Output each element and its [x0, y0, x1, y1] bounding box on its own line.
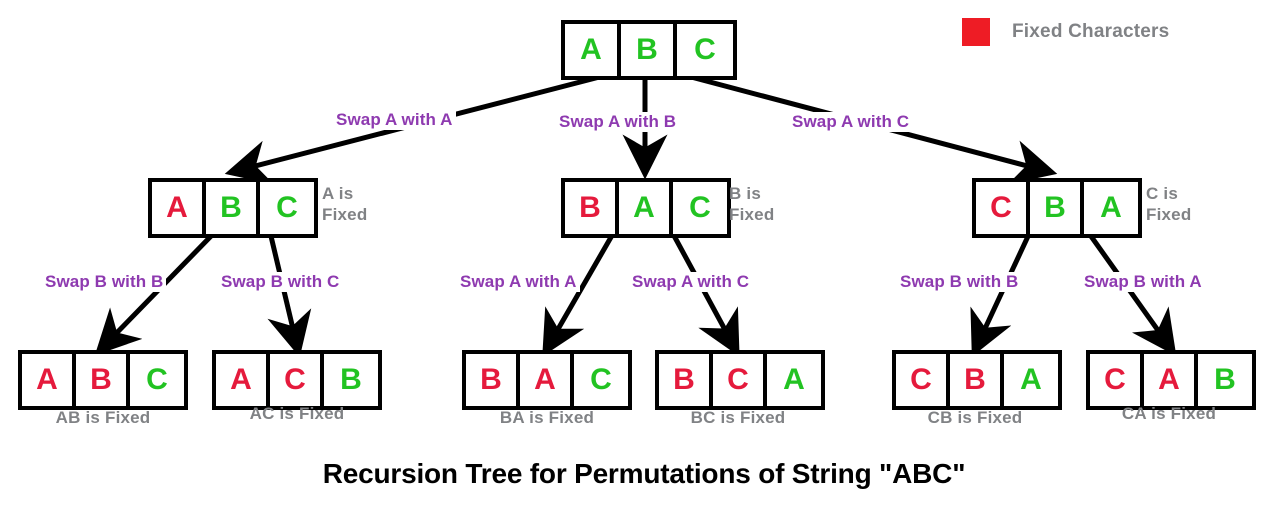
node-cell: C: [270, 354, 324, 406]
node-ba-fixed: B A C: [462, 350, 632, 410]
node-cell: A: [1084, 182, 1138, 234]
leaf-caption-ab: AB is Fixed: [55, 408, 151, 427]
edge-label-root-to-a: Swap A with A: [333, 110, 456, 130]
node-ca-fixed: C A B: [1086, 350, 1256, 410]
node-cell: C: [677, 24, 733, 76]
node-cell: B: [1030, 182, 1084, 234]
node-bc-fixed: B C A: [655, 350, 825, 410]
recursion-tree-diagram: Fixed Characters A B C Swap A with A Swa…: [0, 0, 1288, 524]
node-cell: C: [260, 182, 314, 234]
edge-label-root-to-b: Swap A with B: [556, 112, 680, 132]
node-note-b-fixed: B is Fixed: [729, 184, 775, 224]
node-cell: C: [896, 354, 950, 406]
node-note-a-fixed: A is Fixed: [322, 184, 368, 224]
legend-swatch-fixed: [962, 18, 990, 46]
node-cell: C: [574, 354, 628, 406]
node-cell: B: [324, 354, 378, 406]
legend-label: Fixed Characters: [1012, 21, 1170, 42]
leaf-caption-cb: CB is Fixed: [927, 408, 1023, 427]
node-ac-fixed: A C B: [212, 350, 382, 410]
node-cell: A: [216, 354, 270, 406]
edge-label-b-to-bc: Swap A with C: [629, 272, 753, 292]
node-a-fixed: A B C: [148, 178, 318, 238]
node-b-fixed: B A C: [561, 178, 731, 238]
node-cell: B: [659, 354, 713, 406]
node-cell: A: [1144, 354, 1198, 406]
node-note-c-fixed: C is Fixed: [1146, 184, 1192, 224]
leaf-caption-ba: BA is Fixed: [499, 408, 595, 427]
node-cell: A: [152, 182, 206, 234]
node-cell: B: [1198, 354, 1252, 406]
node-cell: A: [22, 354, 76, 406]
edge-label-b-to-ba: Swap A with A: [457, 272, 580, 292]
node-cell: C: [713, 354, 767, 406]
edge-label-root-to-c: Swap A with C: [789, 112, 913, 132]
leaf-caption-bc: BC is Fixed: [690, 408, 786, 427]
node-root: A B C: [561, 20, 737, 80]
node-cell: C: [673, 182, 727, 234]
node-cell: A: [1004, 354, 1058, 406]
node-cell: B: [76, 354, 130, 406]
node-c-fixed: C B A: [972, 178, 1142, 238]
node-cell: C: [130, 354, 184, 406]
node-cell: B: [950, 354, 1004, 406]
node-cell: A: [619, 182, 673, 234]
node-cell: A: [565, 24, 621, 76]
edge-label-a-to-ac: Swap B with C: [218, 272, 343, 292]
node-cell: C: [1090, 354, 1144, 406]
node-cell: A: [767, 354, 821, 406]
node-cell: B: [621, 24, 677, 76]
legend: Fixed Characters: [962, 18, 1169, 46]
node-cell: A: [520, 354, 574, 406]
edge-label-a-to-ab: Swap B with B: [42, 272, 167, 292]
node-cell: B: [206, 182, 260, 234]
node-cb-fixed: C B A: [892, 350, 1062, 410]
node-cell: B: [565, 182, 619, 234]
edge-label-c-to-cb: Swap B with B: [897, 272, 1022, 292]
edge-label-c-to-ca: Swap B with A: [1081, 272, 1205, 292]
node-cell: C: [976, 182, 1030, 234]
node-ab-fixed: A B C: [18, 350, 188, 410]
diagram-title: Recursion Tree for Permutations of Strin…: [322, 458, 966, 489]
leaf-caption-ac: AC is Fixed: [249, 404, 345, 423]
node-cell: B: [466, 354, 520, 406]
leaf-caption-ca: CA is Fixed: [1121, 404, 1217, 423]
